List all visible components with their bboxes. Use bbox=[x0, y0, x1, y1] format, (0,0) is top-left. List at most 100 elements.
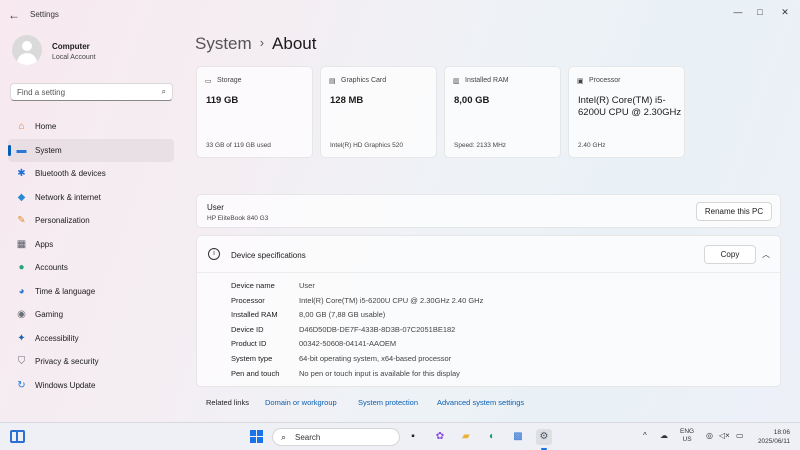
advanced-system-settings-link[interactable]: Advanced system settings bbox=[437, 398, 524, 407]
sidebar-item-bluetooth-devices[interactable]: ✱ Bluetooth & devices bbox=[8, 162, 174, 186]
related-links: Related links Domain or workgroup System… bbox=[196, 392, 781, 414]
processor-icon: ▣ bbox=[577, 78, 584, 85]
device-specs-header[interactable]: i Device specifications Copy ︿ bbox=[197, 236, 782, 273]
card-value: 8,00 GB bbox=[454, 95, 490, 106]
person-icon: ● bbox=[18, 262, 25, 273]
storage-icon: ▭ bbox=[205, 78, 212, 85]
file-explorer-icon[interactable]: ▰ bbox=[458, 429, 474, 445]
sidebar-nav: ⌂ Home ▬ System ✱ Bluetooth & devices ◆ Network… bbox=[8, 115, 174, 397]
apps-icon: ▦ bbox=[16, 238, 27, 250]
widgets-icon[interactable] bbox=[10, 430, 25, 443]
volume-muted-icon[interactable]: ◁× bbox=[719, 431, 730, 440]
card-label: Storage bbox=[217, 77, 242, 84]
sidebar-item-label: Apps bbox=[35, 239, 54, 249]
spec-key: Product ID bbox=[231, 339, 267, 349]
settings-app-icon[interactable]: ⚙ bbox=[536, 429, 552, 450]
sidebar-item-privacy-security[interactable]: ⛉ Privacy & security bbox=[8, 350, 174, 374]
settings-search-input[interactable] bbox=[17, 86, 157, 99]
spec-key: Installed RAM bbox=[231, 310, 278, 320]
breadcrumb-parent[interactable]: System bbox=[195, 34, 252, 53]
sidebar-item-accounts[interactable]: ● Accounts bbox=[8, 256, 174, 280]
account-type: Local Account bbox=[52, 54, 96, 61]
sidebar-item-time-language[interactable]: ◕ Time & language bbox=[8, 280, 174, 304]
copilot-icon[interactable]: ✿ bbox=[432, 429, 448, 445]
chevron-up-icon[interactable]: ︿ bbox=[762, 249, 770, 260]
windows-start-icon[interactable] bbox=[250, 430, 264, 444]
region-code: US bbox=[682, 436, 692, 443]
shield-icon: ⛉ bbox=[17, 356, 26, 367]
back-arrow-icon[interactable]: ← bbox=[8, 8, 22, 22]
spec-value: 64-bit operating system, x64-based proce… bbox=[299, 354, 452, 363]
sidebar-item-label: Bluetooth & devices bbox=[35, 169, 106, 178]
close-button[interactable]: ✕ bbox=[775, 5, 795, 19]
minimize-button[interactable]: — bbox=[728, 5, 748, 19]
spec-value: D46D50DB-DE7F-433B-8D3B-07C2051BE182 bbox=[299, 324, 456, 334]
clock[interactable]: 18:06 2025/06/11 bbox=[758, 428, 790, 446]
avatar-body-icon bbox=[17, 53, 37, 65]
spec-key: Pen and touch bbox=[231, 368, 280, 378]
rename-pc-button[interactable]: Rename this PC bbox=[696, 202, 772, 221]
settings-window: ← Settings — □ ✕ Computer Local Account … bbox=[0, 0, 800, 422]
window-title: Settings bbox=[30, 10, 59, 19]
sidebar-item-windows-update[interactable]: ↻ Windows Update bbox=[8, 374, 174, 398]
network-icon[interactable]: ◎ bbox=[706, 431, 713, 440]
update-icon: ↻ bbox=[17, 379, 26, 391]
home-icon: ⌂ bbox=[18, 121, 25, 132]
sidebar-item-label: Gaming bbox=[35, 310, 64, 319]
system-protection-link[interactable]: System protection bbox=[358, 398, 418, 407]
account-name: Computer bbox=[52, 42, 90, 51]
clock-time: 18:06 bbox=[773, 429, 790, 436]
pc-model: HP EliteBook 840 G3 bbox=[207, 215, 269, 222]
sidebar-item-home[interactable]: ⌂ Home bbox=[8, 115, 174, 139]
language-code: ENG bbox=[680, 428, 695, 435]
sidebar-item-label: Accounts bbox=[35, 263, 68, 272]
tray-chevron-icon[interactable]: ^ bbox=[643, 431, 647, 440]
domain-workgroup-link[interactable]: Domain or workgroup bbox=[265, 398, 337, 407]
spec-value: User bbox=[299, 281, 315, 290]
device-specs-title: Device specifications bbox=[231, 251, 306, 260]
avatar[interactable] bbox=[12, 35, 42, 65]
store-icon[interactable]: ▩ bbox=[510, 429, 526, 445]
sidebar-item-gaming[interactable]: ◉ Gaming bbox=[8, 303, 174, 327]
sidebar-item-label: Home bbox=[35, 122, 57, 131]
sidebar-item-system[interactable]: ▬ System bbox=[8, 138, 174, 162]
search-icon[interactable]: ⌕ bbox=[162, 87, 166, 97]
card-value: 119 GB bbox=[206, 95, 239, 106]
spec-key: Device name bbox=[231, 281, 275, 290]
card-label: Processor bbox=[589, 77, 621, 84]
settings-search-box[interactable]: ⌕ bbox=[10, 83, 173, 101]
card-detail: 2.40 GHz bbox=[578, 142, 606, 149]
edge-icon[interactable]: ◐ bbox=[484, 429, 500, 445]
title-bar: ← Settings — □ ✕ bbox=[0, 0, 800, 30]
pc-name-panel: User HP EliteBook 840 G3 Rename this PC bbox=[196, 194, 781, 228]
spec-key: Device ID bbox=[231, 324, 264, 334]
sidebar-item-personalization[interactable]: ✎ Personalization bbox=[8, 209, 174, 233]
copy-button[interactable]: Copy bbox=[704, 245, 756, 264]
avatar-head-icon bbox=[22, 41, 32, 51]
card-detail: Intel(R) HD Graphics 520 bbox=[330, 142, 403, 149]
card-detail: Speed: 2133 MHz bbox=[454, 142, 507, 149]
language-indicator[interactable]: ENG US bbox=[680, 428, 694, 444]
graphics-card-card: ▤ Graphics Card 128 MB Intel(R) HD Graphics… bbox=[320, 66, 437, 158]
taskbar: ⌕ Search ▪ ✿ ▰ ◐ ▩ ⚙ ^ ☁ ENG US ◎ ◁× ▭ 18:06 … bbox=[0, 422, 800, 450]
graphics-card-icon: ▤ bbox=[329, 78, 336, 85]
breadcrumb-chevron-icon: › bbox=[259, 35, 265, 50]
device-specs-panel: i Device specifications Copy ︿ Device na… bbox=[196, 235, 782, 387]
search-icon: ⌕ bbox=[281, 432, 287, 442]
card-value: Intel(R) Core(TM) i5-6200U CPU @ 2.30GHz bbox=[578, 95, 682, 118]
taskbar-search-label: Search bbox=[295, 433, 321, 442]
storage-card: ▭ Storage 119 GB 33 GB of 119 GB used bbox=[196, 66, 313, 158]
info-icon: i bbox=[208, 248, 220, 260]
maximize-button[interactable]: □ bbox=[750, 5, 770, 19]
taskbar-search[interactable]: ⌕ Search bbox=[272, 428, 400, 446]
sidebar-item-accessibility[interactable]: ✦ Accessibility bbox=[8, 327, 174, 351]
sidebar-item-label: Privacy & security bbox=[35, 357, 99, 366]
onedrive-cloud-icon[interactable]: ☁ bbox=[660, 431, 668, 440]
system-monitor-icon: ▬ bbox=[16, 144, 27, 156]
bluetooth-icon: ✱ bbox=[17, 168, 26, 179]
task-view-icon[interactable]: ▪ bbox=[405, 429, 421, 445]
battery-icon[interactable]: ▭ bbox=[736, 431, 744, 440]
sidebar-item-apps[interactable]: ▦ Apps bbox=[8, 233, 174, 257]
breadcrumb: System › About bbox=[195, 34, 316, 54]
sidebar-item-network-internet[interactable]: ◆ Network & internet bbox=[8, 186, 174, 210]
